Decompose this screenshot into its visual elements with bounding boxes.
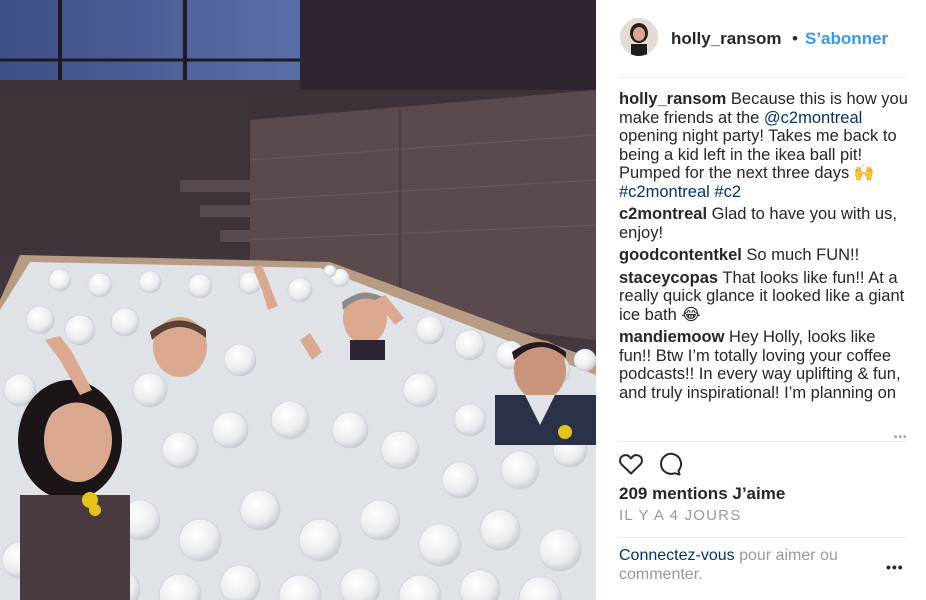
login-link[interactable]: Connectez-vous xyxy=(619,547,735,564)
comment-tag-link[interactable]: #c2montreal xyxy=(619,183,710,201)
comment-tag-link[interactable]: #c2 xyxy=(714,183,741,201)
comment-username[interactable]: goodcontentkel xyxy=(619,246,742,264)
header-username[interactable]: holly_ransom xyxy=(671,29,782,49)
comment-username[interactable]: c2montreal xyxy=(619,205,707,223)
follow-button[interactable]: S’abonner xyxy=(805,29,888,49)
comment-username[interactable]: holly_ransom xyxy=(619,90,726,108)
post-photo[interactable] xyxy=(0,0,596,600)
avatar[interactable] xyxy=(620,18,658,56)
login-prompt: Connectez-vous pour aimer ou commenter. xyxy=(619,546,879,584)
like-button[interactable] xyxy=(618,452,644,476)
ball-pit-photo xyxy=(0,0,596,600)
comment-item: holly_ransom Because this is how you mak… xyxy=(619,90,909,201)
comment-text: So much FUN!! xyxy=(741,246,860,264)
comment-item: c2montreal Glad to have you with us, enj… xyxy=(619,205,909,242)
comment-icon xyxy=(660,452,683,476)
comment-item: goodcontentkel So much FUN!! xyxy=(619,246,909,265)
comment-text: 🙌 xyxy=(853,164,875,182)
header-divider xyxy=(618,77,906,78)
comment-username[interactable]: staceycopas xyxy=(619,269,718,287)
post-date[interactable]: IL Y A 4 JOURS xyxy=(619,507,741,524)
comments-divider xyxy=(618,441,906,442)
more-options-button[interactable]: ••• xyxy=(886,559,904,575)
comment-item: staceycopas That looks like fun!! At a r… xyxy=(619,269,909,325)
header-separator-dot: • xyxy=(792,29,798,48)
likes-count[interactable]: 209 mentions J’aime xyxy=(619,484,785,504)
comment-item: mandiemoow Hey Holly, looks like fun!! B… xyxy=(619,328,909,402)
comment-button[interactable] xyxy=(656,452,683,476)
comments-list[interactable]: holly_ransom Because this is how you mak… xyxy=(619,90,909,437)
post-side-panel: holly_ransom • S’abonner holly_ransom Be… xyxy=(596,0,926,600)
comment-username[interactable]: mandiemoow xyxy=(619,328,724,346)
instagram-post: holly_ransom • S’abonner holly_ransom Be… xyxy=(0,0,926,600)
avatar-image xyxy=(620,18,658,56)
footer-divider xyxy=(618,537,906,538)
heart-icon xyxy=(619,454,643,475)
comment-tag-link[interactable]: @c2montreal xyxy=(764,109,862,127)
